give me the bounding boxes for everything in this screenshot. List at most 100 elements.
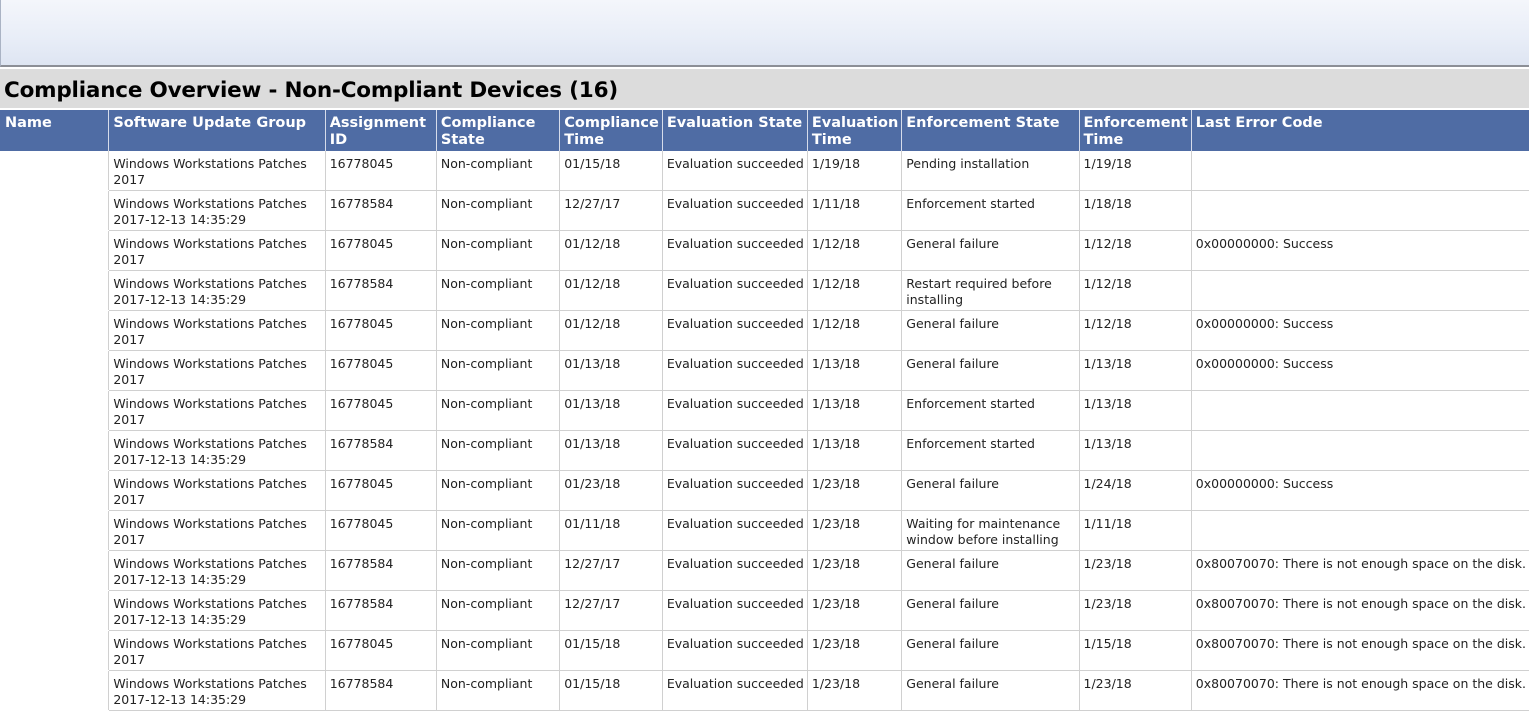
- evaluation-time-cell: 1/23/18: [807, 591, 901, 631]
- enforcement-state-cell: Enforcement started: [902, 431, 1079, 471]
- name-cell: [1, 471, 109, 511]
- name-cell: [1, 311, 109, 351]
- update-group-cell: Windows Workstations Patches 2017: [109, 471, 325, 511]
- column-header-enforcement-time[interactable]: Enforcement Time: [1079, 110, 1191, 151]
- enforcement-state-cell: Pending installation: [902, 151, 1079, 191]
- compliance-state-cell: Non-compliant: [436, 231, 559, 271]
- assignment-id-cell: 16778045: [325, 351, 436, 391]
- column-header-compliance-state[interactable]: Compliance State: [436, 110, 559, 151]
- table-row: Windows Workstations Patches 20171677804…: [1, 151, 1529, 191]
- last-error-code-cell: 0x00000000: Success: [1191, 351, 1529, 391]
- compliance-time-cell: 12/27/17: [560, 591, 663, 631]
- table-row: Windows Workstations Patches 20171677804…: [1, 391, 1529, 431]
- compliance-time-cell: 12/27/17: [560, 551, 663, 591]
- name-cell: [1, 511, 109, 551]
- assignment-id-cell: 16778045: [325, 231, 436, 271]
- column-header-name[interactable]: Name: [1, 110, 109, 151]
- column-header-last-error-code[interactable]: Last Error Code: [1191, 110, 1529, 151]
- compliance-state-cell: Non-compliant: [436, 271, 559, 311]
- enforcement-state-cell: Restart required before installing: [902, 271, 1079, 311]
- last-error-code-cell: 0x00000000: Success: [1191, 471, 1529, 511]
- enforcement-state-cell: Waiting for maintenance window before in…: [902, 511, 1079, 551]
- evaluation-state-cell: Evaluation succeeded: [662, 471, 807, 511]
- enforcement-time-cell: 1/19/18: [1079, 151, 1191, 191]
- report-toolbar-area: [0, 0, 1529, 67]
- last-error-code-cell: [1191, 511, 1529, 551]
- enforcement-state-cell: General failure: [902, 551, 1079, 591]
- table-row: Windows Workstations Patches 2017-12-13 …: [1, 431, 1529, 471]
- enforcement-time-cell: 1/23/18: [1079, 551, 1191, 591]
- update-group-cell: Windows Workstations Patches 2017-12-13 …: [109, 271, 325, 311]
- compliance-state-cell: Non-compliant: [436, 391, 559, 431]
- table-row: Windows Workstations Patches 2017-12-13 …: [1, 191, 1529, 231]
- enforcement-time-cell: 1/18/18: [1079, 191, 1191, 231]
- name-cell: [1, 351, 109, 391]
- enforcement-state-cell: Enforcement started: [902, 191, 1079, 231]
- compliance-state-cell: Non-compliant: [436, 551, 559, 591]
- table-row: Windows Workstations Patches 20171677804…: [1, 511, 1529, 551]
- assignment-id-cell: 16778584: [325, 191, 436, 231]
- table-row: Windows Workstations Patches 20171677804…: [1, 631, 1529, 671]
- assignment-id-cell: 16778584: [325, 431, 436, 471]
- evaluation-time-cell: 1/13/18: [807, 351, 901, 391]
- column-header-software-update-group[interactable]: Software Update Group: [109, 110, 325, 151]
- column-header-enforcement-state[interactable]: Enforcement State: [902, 110, 1079, 151]
- assignment-id-cell: 16778045: [325, 391, 436, 431]
- evaluation-state-cell: Evaluation succeeded: [662, 231, 807, 271]
- evaluation-time-cell: 1/23/18: [807, 471, 901, 511]
- evaluation-state-cell: Evaluation succeeded: [662, 271, 807, 311]
- column-header-compliance-time[interactable]: Compliance Time: [560, 110, 663, 151]
- table-row: Windows Workstations Patches 2017-12-13 …: [1, 551, 1529, 591]
- evaluation-time-cell: 1/23/18: [807, 631, 901, 671]
- enforcement-time-cell: 1/23/18: [1079, 591, 1191, 631]
- update-group-cell: Windows Workstations Patches 2017: [109, 391, 325, 431]
- evaluation-state-cell: Evaluation succeeded: [662, 151, 807, 191]
- table-header-row: Name Software Update Group Assignment ID…: [1, 110, 1529, 151]
- enforcement-time-cell: 1/12/18: [1079, 231, 1191, 271]
- compliance-state-cell: Non-compliant: [436, 311, 559, 351]
- enforcement-time-cell: 1/13/18: [1079, 351, 1191, 391]
- last-error-code-cell: 0x00000000: Success: [1191, 311, 1529, 351]
- compliance-state-cell: Non-compliant: [436, 631, 559, 671]
- compliance-time-cell: 01/13/18: [560, 351, 663, 391]
- enforcement-time-cell: 1/24/18: [1079, 471, 1191, 511]
- assignment-id-cell: 16778584: [325, 591, 436, 631]
- enforcement-time-cell: 1/15/18: [1079, 631, 1191, 671]
- column-header-assignment-id[interactable]: Assignment ID: [325, 110, 436, 151]
- assignment-id-cell: 16778584: [325, 551, 436, 591]
- column-header-evaluation-time[interactable]: Evaluation Time: [807, 110, 901, 151]
- enforcement-time-cell: 1/12/18: [1079, 311, 1191, 351]
- compliance-time-cell: 01/12/18: [560, 231, 663, 271]
- evaluation-state-cell: Evaluation succeeded: [662, 431, 807, 471]
- compliance-state-cell: Non-compliant: [436, 591, 559, 631]
- assignment-id-cell: 16778045: [325, 311, 436, 351]
- evaluation-time-cell: 1/12/18: [807, 231, 901, 271]
- update-group-cell: Windows Workstations Patches 2017: [109, 351, 325, 391]
- assignment-id-cell: 16778045: [325, 511, 436, 551]
- evaluation-time-cell: 1/13/18: [807, 391, 901, 431]
- enforcement-state-cell: General failure: [902, 631, 1079, 671]
- last-error-code-cell: 0x80070070: There is not enough space on…: [1191, 671, 1529, 711]
- name-cell: [1, 431, 109, 471]
- assignment-id-cell: 16778045: [325, 631, 436, 671]
- update-group-cell: Windows Workstations Patches 2017: [109, 511, 325, 551]
- compliance-time-cell: 01/15/18: [560, 151, 663, 191]
- name-cell: [1, 191, 109, 231]
- evaluation-state-cell: Evaluation succeeded: [662, 391, 807, 431]
- evaluation-state-cell: Evaluation succeeded: [662, 631, 807, 671]
- column-header-evaluation-state[interactable]: Evaluation State: [662, 110, 807, 151]
- last-error-code-cell: [1191, 431, 1529, 471]
- assignment-id-cell: 16778584: [325, 271, 436, 311]
- last-error-code-cell: 0x00000000: Success: [1191, 231, 1529, 271]
- evaluation-state-cell: Evaluation succeeded: [662, 191, 807, 231]
- evaluation-state-cell: Evaluation succeeded: [662, 591, 807, 631]
- compliance-time-cell: 01/13/18: [560, 431, 663, 471]
- last-error-code-cell: [1191, 151, 1529, 191]
- evaluation-state-cell: Evaluation succeeded: [662, 551, 807, 591]
- evaluation-state-cell: Evaluation succeeded: [662, 511, 807, 551]
- compliance-time-cell: 01/15/18: [560, 631, 663, 671]
- name-cell: [1, 231, 109, 271]
- assignment-id-cell: 16778045: [325, 151, 436, 191]
- evaluation-time-cell: 1/23/18: [807, 671, 901, 711]
- update-group-cell: Windows Workstations Patches 2017-12-13 …: [109, 551, 325, 591]
